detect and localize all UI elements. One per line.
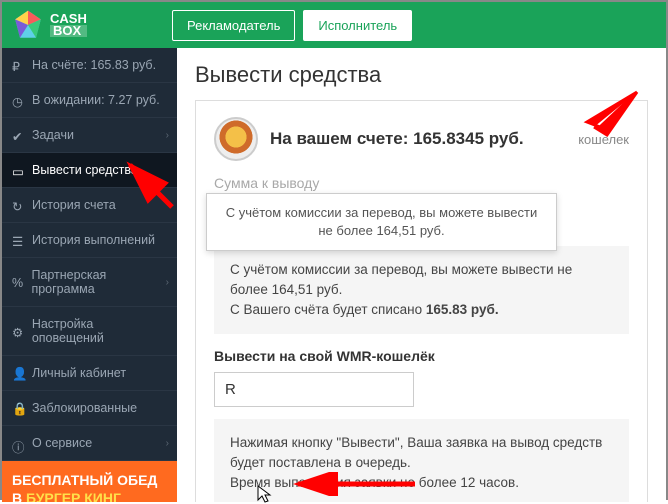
user-icon: 👤 — [12, 367, 25, 380]
gear-icon: ⚙ — [12, 325, 25, 338]
lock-icon: 🔒 — [12, 402, 25, 415]
sidebar-account[interactable]: 👤 Личный кабинет — [2, 356, 177, 391]
sum-label: Сумма к выводу — [214, 175, 629, 191]
clock-icon: ◷ — [12, 94, 25, 107]
sidebar-exec-history-label: История выполнений — [32, 233, 155, 247]
performer-tab[interactable]: Исполнитель — [303, 10, 412, 41]
notice-line2: Время выполнения заявки не более 12 часо… — [230, 473, 613, 493]
ruble-icon: ₽ — [12, 59, 25, 72]
banner-line2: В БУРГЕР КИНГ — [12, 489, 167, 502]
sidebar-pending[interactable]: ◷ В ожидании: 7.27 руб. — [2, 83, 177, 118]
sidebar-tasks-label: Задачи — [32, 128, 74, 142]
diamond-icon — [12, 9, 44, 41]
list-icon: ☰ — [12, 234, 25, 247]
history-icon: ↻ — [12, 199, 25, 212]
annotation-arrow — [572, 87, 642, 147]
top-header: CASHBOX Рекламодатель Исполнитель — [2, 2, 666, 48]
withdraw-card: На вашем счете: 165.8345 руб. кошелек С … — [195, 100, 648, 502]
sidebar-about-label: О сервисе — [32, 436, 92, 450]
sidebar-history-label: История счета — [32, 198, 116, 212]
sidebar-tasks[interactable]: ✔ Задачи › — [2, 118, 177, 153]
card-icon: ▭ — [12, 164, 25, 177]
sidebar-balance-label: На счёте: 165.83 руб. — [32, 58, 156, 72]
promo-banner[interactable]: БЕСПЛАТНЫЙ ОБЕД В БУРГЕР КИНГ — [2, 461, 177, 502]
sidebar-blocked-label: Заблокированные — [32, 401, 137, 415]
logo-text-bottom: BOX — [50, 25, 87, 37]
sidebar-notifications[interactable]: ⚙ Настройка оповещений — [2, 307, 177, 356]
sidebar: ₽ На счёте: 165.83 руб. ◷ В ожидании: 7.27… — [2, 48, 177, 502]
logo[interactable]: CASHBOX — [12, 9, 172, 41]
annotation-arrow — [122, 157, 182, 212]
sidebar-notifications-label: Настройка оповещений — [32, 317, 167, 345]
chevron-right-icon: › — [166, 438, 169, 449]
chevron-right-icon: › — [166, 130, 169, 141]
avatar — [214, 117, 258, 161]
sidebar-exec-history[interactable]: ☰ История выполнений — [2, 223, 177, 258]
check-icon: ✔ — [12, 129, 25, 142]
notice-block: Нажимая кнопку "Вывести", Ваша заявка на… — [214, 419, 629, 502]
sidebar-pending-label: В ожидании: 7.27 руб. — [32, 93, 160, 107]
sidebar-about[interactable]: ⓘ О сервисе › — [2, 426, 177, 461]
page-title: Вывести средства — [195, 62, 648, 88]
sidebar-balance[interactable]: ₽ На счёте: 165.83 руб. — [2, 48, 177, 83]
notice-line1: Нажимая кнопку "Вывести", Ваша заявка на… — [230, 433, 613, 473]
sidebar-affiliate[interactable]: % Партнерская программа› — [2, 258, 177, 307]
sidebar-affiliate-label: Партнерская программа — [31, 268, 167, 296]
advertiser-tab[interactable]: Рекламодатель — [172, 10, 295, 41]
percent-icon: % — [12, 276, 24, 289]
cursor-icon — [256, 484, 272, 504]
annotation-arrow — [290, 472, 420, 496]
wallet-label: Вывести на свой WMR-кошелёк — [214, 348, 629, 364]
account-balance-heading: На вашем счете: 165.8345 руб. — [270, 129, 524, 149]
chevron-right-icon: › — [166, 277, 169, 288]
wallet-input[interactable] — [214, 372, 414, 407]
info-icon: ⓘ — [12, 437, 25, 450]
sidebar-blocked[interactable]: 🔒 Заблокированные — [2, 391, 177, 426]
commission-info-block: С учётом комиссии за перевод, вы можете … — [214, 246, 629, 334]
sidebar-account-label: Личный кабинет — [32, 366, 126, 380]
banner-line1: БЕСПЛАТНЫЙ ОБЕД — [12, 471, 167, 489]
info-line1: С учётом комиссии за перевод, вы можете … — [230, 260, 613, 300]
commission-tooltip: С учётом комиссии за перевод, вы можете … — [206, 193, 557, 251]
info-line2: С Вашего счёта будет списано 165.83 руб. — [230, 300, 613, 320]
